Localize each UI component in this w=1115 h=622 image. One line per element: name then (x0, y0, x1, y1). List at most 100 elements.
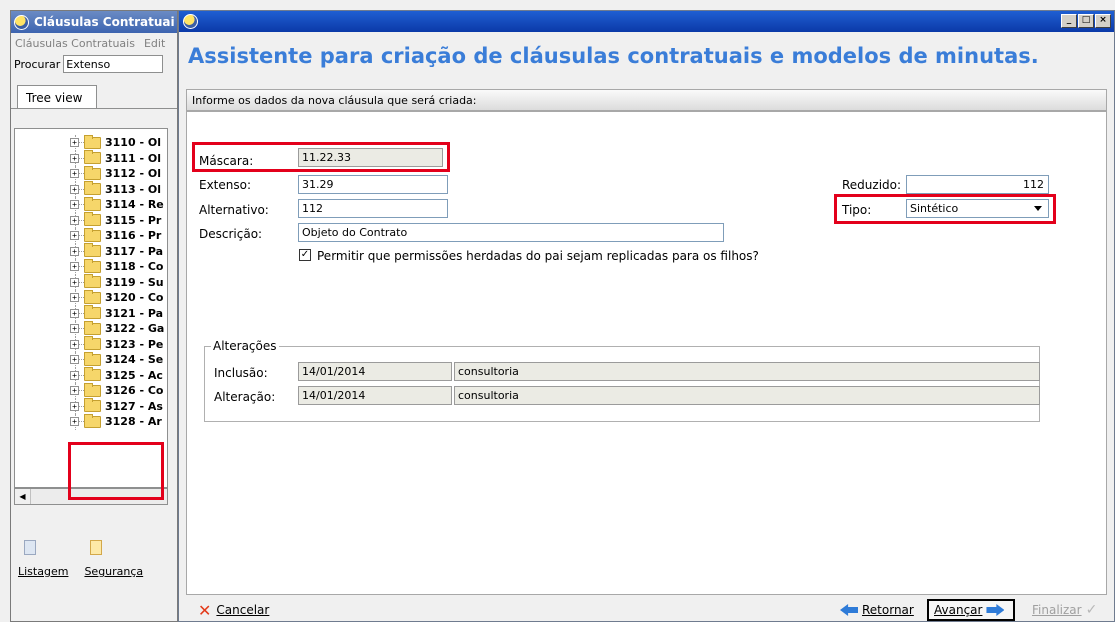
next-button[interactable]: Avançar (927, 599, 1016, 621)
extenso-field[interactable]: 31.29 (298, 175, 448, 194)
seguranca-button[interactable]: Segurança (76, 540, 143, 578)
scroll-left-icon[interactable]: ◀ (15, 489, 31, 504)
inclusao-user-field: consultoria (454, 362, 1040, 381)
expand-icon[interactable]: + (70, 417, 79, 427)
reduzido-field[interactable]: 112 (906, 175, 1049, 194)
reduzido-label: Reduzido: (842, 178, 902, 192)
alteracao-user-field: consultoria (454, 386, 1040, 405)
expand-icon[interactable]: + (70, 401, 79, 411)
tab-strip: Tree view (11, 85, 177, 109)
alteracoes-legend: Alterações (213, 339, 277, 353)
maximize-icon[interactable]: □ (1078, 14, 1094, 28)
tree-item-label: 3122 - Ga (105, 322, 165, 336)
seguranca-label: Segurança (84, 565, 144, 578)
tree-item[interactable]: +3115 - Pr (15, 212, 167, 228)
tree-item[interactable]: +3110 - Ol (15, 134, 167, 151)
listagem-button[interactable]: Listagem (10, 540, 68, 578)
expand-icon[interactable]: + (70, 277, 79, 287)
tree-item[interactable]: +3111 - Ol (15, 150, 167, 166)
expand-icon[interactable]: + (70, 324, 79, 334)
tree-item[interactable]: +3119 - Su (15, 274, 167, 290)
app-icon (183, 14, 198, 29)
expand-icon[interactable]: + (70, 215, 79, 225)
window-controls: _ □ × (1061, 14, 1111, 28)
tipo-select[interactable]: Sintético (906, 199, 1049, 218)
tree-item-label: 3116 - Pr (105, 229, 162, 243)
tree-item-label: 3112 - Ol (105, 167, 161, 181)
tree-item-label: 3118 - Co (105, 260, 164, 274)
finish-button[interactable]: Finalizar ✓ (1027, 599, 1102, 621)
folder-icon (84, 165, 101, 180)
dialog-titlebar[interactable]: _ □ × (179, 11, 1114, 32)
tree-item[interactable]: +3127 - As (15, 398, 167, 414)
alternativo-label: Alternativo: (199, 203, 269, 217)
tree-item-label: 3127 - As (105, 399, 163, 413)
tree-item-label: 3115 - Pr (105, 213, 162, 227)
descricao-field[interactable]: Objeto do Contrato (298, 223, 724, 242)
expand-icon[interactable]: + (70, 231, 79, 241)
tree-item[interactable]: +3128 - Ar (15, 413, 167, 430)
alternativo-field[interactable]: 112 (298, 199, 448, 218)
tree-item[interactable]: +3118 - Co (15, 258, 167, 275)
tree-item-label: 3121 - Pa (105, 306, 164, 320)
tree-item[interactable]: +3126 - Co (15, 382, 167, 399)
expand-icon[interactable]: + (70, 339, 79, 349)
horizontal-scrollbar[interactable]: ◀ (14, 488, 168, 505)
search-row: Procurar (11, 53, 177, 75)
tree-item[interactable]: +3116 - Pr (15, 227, 167, 244)
folder-icon (84, 150, 101, 165)
tree-item-label: 3125 - Ac (105, 368, 163, 382)
expand-icon[interactable]: + (70, 386, 79, 396)
tree-item[interactable]: +3122 - Ga (15, 320, 167, 337)
expand-icon[interactable]: + (70, 138, 79, 148)
alteracao-label: Alteração: (214, 390, 276, 404)
replicate-permissions-checkbox[interactable]: ✓ (299, 249, 311, 261)
tipo-selected-value: Sintético (910, 202, 959, 215)
tree-view[interactable]: +3110 - Ol +3111 - Ol +3112 - Ol +3113 - Ol… (14, 128, 168, 488)
search-input[interactable] (63, 55, 164, 73)
listagem-label: Listagem (18, 565, 69, 578)
tree-item[interactable]: +3123 - Pe (15, 336, 167, 352)
tree-item[interactable]: +3117 - Pa (15, 243, 167, 259)
tree-item[interactable]: +3113 - Ol (15, 181, 167, 197)
wizard-dialog: _ □ × Assistente para criação de cláusul… (178, 10, 1115, 622)
expand-icon[interactable]: + (70, 184, 79, 194)
tree-item[interactable]: +3121 - Pa (15, 305, 167, 321)
background-window-titlebar[interactable]: Cláusulas Contratuai (11, 11, 177, 33)
alteracao-date-field: 14/01/2014 (298, 386, 452, 405)
tree-item[interactable]: +3124 - Se (15, 351, 167, 368)
tipo-label: Tipo: (842, 203, 872, 217)
tab-tree-view[interactable]: Tree view (17, 85, 97, 109)
tree-item[interactable]: +3114 - Re (15, 196, 167, 213)
wizard-subheader: Informe os dados da nova cláusula que se… (186, 89, 1107, 111)
menu-item-clausulas[interactable]: Cláusulas Contratuais (15, 37, 135, 50)
expand-icon[interactable]: + (70, 355, 79, 365)
folder-icon (84, 413, 101, 428)
close-icon[interactable]: × (1095, 14, 1111, 28)
expand-icon[interactable]: + (70, 246, 79, 256)
tree-item[interactable]: +3112 - Ol (15, 165, 167, 182)
expand-icon[interactable]: + (70, 169, 79, 179)
folder-icon (84, 258, 101, 273)
back-button[interactable]: Retornar (831, 599, 919, 621)
expand-icon[interactable]: + (70, 370, 79, 380)
folder-icon (84, 367, 101, 382)
folder-icon (84, 398, 101, 413)
expand-icon[interactable]: + (70, 293, 79, 303)
background-actions: Listagem Segurança (10, 540, 151, 578)
cancel-button[interactable]: ✕ Cancelar (193, 599, 274, 621)
folder-icon (84, 134, 101, 149)
tree-item-label: 3119 - Su (105, 275, 164, 289)
expand-icon[interactable]: + (70, 262, 79, 272)
cancel-x-icon: ✕ (198, 600, 212, 620)
expand-icon[interactable]: + (70, 153, 79, 163)
expand-icon[interactable]: + (70, 200, 79, 210)
expand-icon[interactable]: + (70, 308, 79, 318)
tree-item[interactable]: +3120 - Co (15, 289, 167, 306)
menu-item-edit[interactable]: Edit (144, 37, 165, 50)
minimize-icon[interactable]: _ (1061, 14, 1077, 28)
tree-item-label: 3124 - Se (105, 353, 164, 367)
cancel-label: Cancelar (216, 603, 270, 617)
tree-item[interactable]: +3125 - Ac (15, 367, 167, 383)
next-label: Avançar (934, 603, 983, 617)
